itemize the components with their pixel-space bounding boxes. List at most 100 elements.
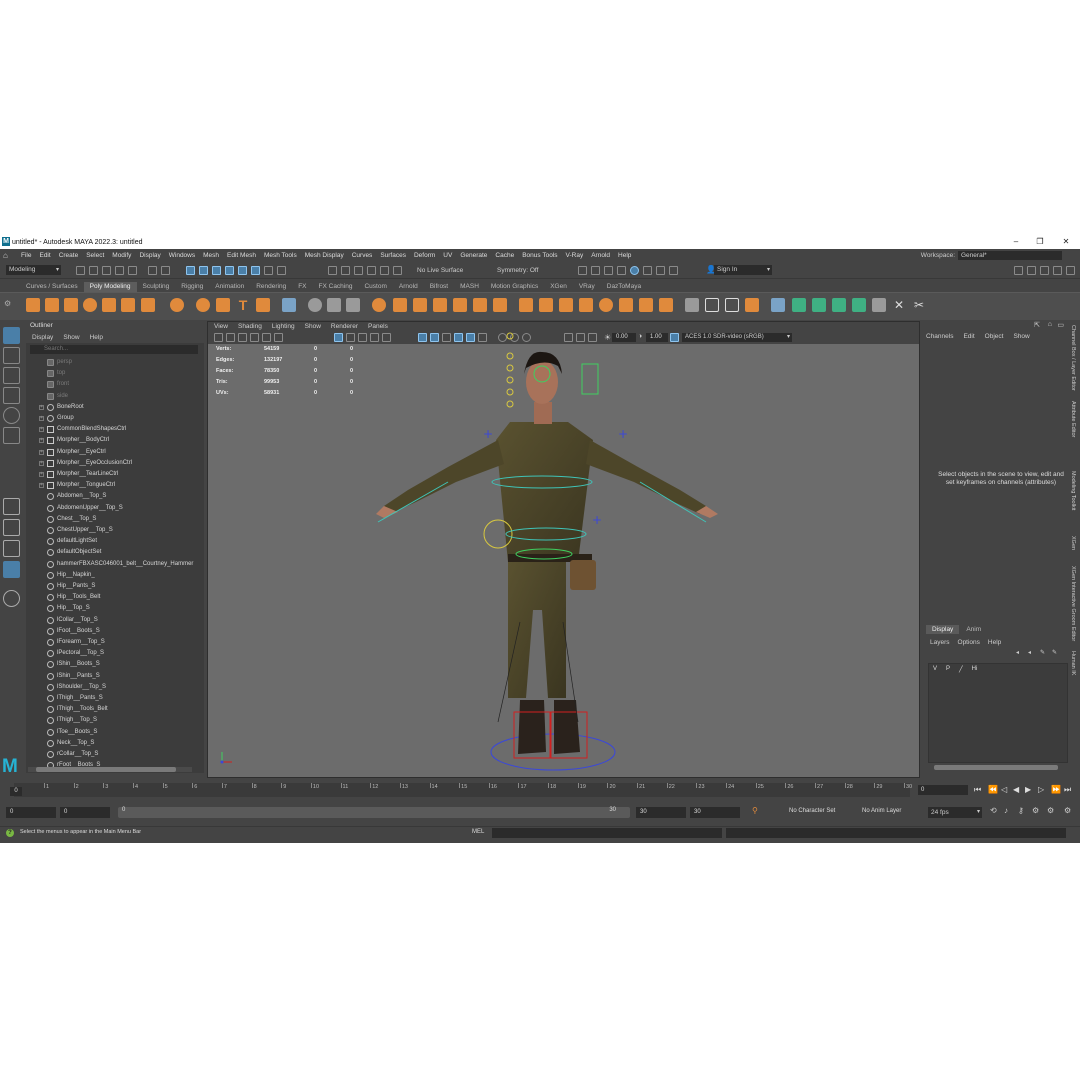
bridge-icon[interactable] (413, 298, 427, 312)
animation-prefs-icon[interactable]: ⚙ (1032, 806, 1039, 815)
layer-menu-layers[interactable]: Layers (930, 639, 950, 646)
modeling-toolkit-icon[interactable] (1014, 266, 1023, 275)
new-layer-icon[interactable]: ✎ (1040, 649, 1045, 656)
automatic-map-icon[interactable] (852, 298, 866, 312)
layer-tab-display[interactable]: Display (926, 625, 960, 634)
outliner-item[interactable]: AbdomenUpper__Top_S (26, 503, 196, 514)
hip-offset-control[interactable]: + (592, 513, 602, 527)
expand-icon[interactable]: + (39, 460, 44, 466)
layer-playback-toggle[interactable]: P (946, 666, 950, 673)
menu-deform[interactable]: Deform (410, 252, 439, 259)
menu-set-dropdown[interactable]: Modeling ▾ (6, 265, 61, 275)
shoulder-control-r[interactable]: + (483, 427, 493, 441)
connect-icon[interactable] (639, 298, 653, 312)
paint-select-icon[interactable] (3, 367, 20, 384)
key-icon[interactable]: ⚷ (1018, 806, 1024, 815)
maximize-button[interactable]: ❐ (1028, 235, 1052, 249)
render-sequence-icon[interactable] (591, 266, 600, 275)
select-hierarchy-icon[interactable] (148, 266, 157, 275)
collapse-icon[interactable] (619, 298, 633, 312)
outliner-item[interactable]: rCollar__Top_S (26, 749, 196, 760)
outliner-item[interactable]: Hip__Tools_Belt (26, 592, 196, 603)
layer-visibility-toggle[interactable]: V (933, 666, 937, 673)
rotate-tool-icon[interactable] (3, 407, 20, 424)
outliner-item[interactable]: defaultObjectSet (26, 547, 196, 558)
sculpt-icon[interactable] (705, 298, 719, 312)
outliner-item[interactable]: + Morpher__EyeCtrl (26, 447, 196, 458)
step-forward-frame-icon[interactable]: ▷ (1038, 785, 1044, 794)
output-ops-icon[interactable] (367, 266, 376, 275)
four-view-icon[interactable] (3, 519, 20, 536)
snap-surface-icon[interactable] (238, 266, 247, 275)
shelf-menu-icon[interactable]: ⚙ (4, 299, 11, 308)
spine-dot-2[interactable] (506, 364, 514, 372)
outliner-item[interactable]: lShin__Boots_S (26, 659, 196, 670)
viewport-panel[interactable]: View Shading Lighting Show Renderer Panels (207, 321, 920, 778)
menu-edit[interactable]: Edit (35, 252, 54, 259)
spherical-map-icon[interactable] (832, 298, 846, 312)
playback-end-field[interactable]: 30 (636, 807, 686, 818)
root-control-ellipse[interactable] (490, 733, 616, 771)
boolean-icon[interactable] (372, 298, 386, 312)
go-to-start-icon[interactable]: ⏮ (974, 785, 981, 795)
merge-icon[interactable] (599, 298, 613, 312)
multi-cut-icon[interactable] (493, 298, 507, 312)
new-scene-icon[interactable] (76, 266, 85, 275)
outliner-item[interactable]: lForearm__Top_S (26, 637, 196, 648)
flip-icon[interactable] (685, 298, 699, 312)
outliner-item[interactable]: lFoot__Boots_S (26, 626, 196, 637)
scene-start-field[interactable]: 0 (6, 807, 56, 818)
outliner-item[interactable]: lCollar__Top_S (26, 615, 196, 626)
tool-settings-icon[interactable] (1040, 266, 1049, 275)
offset-edge-loop-icon[interactable] (579, 298, 593, 312)
separate-icon[interactable] (308, 298, 322, 312)
redo-icon[interactable] (128, 266, 137, 275)
layer-scrollbar-thumb[interactable] (934, 765, 1058, 770)
neck-control[interactable] (506, 332, 514, 340)
shelf-tab-poly-modeling[interactable]: Poly Modeling (83, 282, 137, 292)
select-tool-icon[interactable] (3, 327, 20, 344)
scrollbar-thumb[interactable] (36, 767, 176, 772)
slide-edge-icon[interactable] (659, 298, 673, 312)
channel-box-menu-object[interactable]: Object (985, 333, 1004, 340)
expand-icon[interactable]: + (39, 404, 44, 410)
spine-dot-4[interactable] (506, 388, 514, 396)
shelf-tab-vray[interactable]: VRay (573, 282, 601, 292)
loop-icon[interactable]: ⟲ (990, 806, 997, 815)
command-language-button[interactable]: MEL (472, 829, 484, 835)
shelf-tab-mash[interactable]: MASH (454, 282, 485, 292)
close-button[interactable]: ✕ (1054, 235, 1078, 249)
menu-v-ray[interactable]: V-Ray (562, 252, 588, 259)
outliner-item[interactable]: hammerFBXASC046001_belt__Courtney_Hammer (26, 559, 196, 570)
insert-edge-loop-icon[interactable] (559, 298, 573, 312)
panel-close-icon[interactable]: ▭ (1057, 321, 1064, 329)
poly-cube-icon[interactable] (45, 298, 59, 312)
super-shape-icon[interactable] (196, 298, 210, 312)
anim-layer-dropdown[interactable]: No Anim Layer (862, 808, 901, 814)
minimize-button[interactable]: – (1004, 235, 1028, 249)
platonic-solid-icon[interactable] (170, 298, 184, 312)
perspective-graph-icon[interactable] (3, 561, 20, 578)
channel-box-menu-show[interactable]: Show (1013, 333, 1029, 340)
poly-torus-icon[interactable] (102, 298, 116, 312)
extrude-icon[interactable] (393, 298, 407, 312)
channel-box-menu-channels[interactable]: Channels (926, 333, 953, 340)
pin-icon[interactable]: ⇱ (1034, 321, 1040, 329)
outliner-menu-show[interactable]: Show (63, 334, 79, 341)
open-scene-icon[interactable] (89, 266, 98, 275)
shelf-tab-daztomaya[interactable]: DazToMaya (601, 282, 647, 292)
expand-icon[interactable]: + (39, 449, 44, 455)
sweep-mesh-icon[interactable] (216, 298, 230, 312)
magnet-icon[interactable] (393, 266, 402, 275)
menu-select[interactable]: Select (82, 252, 108, 259)
light-editor-icon[interactable] (656, 266, 665, 275)
layer-menu-options[interactable]: Options (958, 639, 980, 646)
attribute-editor-icon[interactable] (1027, 266, 1036, 275)
menu-cache[interactable]: Cache (491, 252, 518, 259)
preferences-icon[interactable]: ⚙ (1064, 806, 1071, 815)
menu-generate[interactable]: Generate (456, 252, 491, 259)
expand-icon[interactable]: + (39, 483, 44, 489)
perspective-outliner-icon[interactable] (3, 540, 20, 557)
outliner-item[interactable]: defaultLightSet (26, 536, 196, 547)
outliner-item[interactable]: persp (26, 357, 196, 368)
